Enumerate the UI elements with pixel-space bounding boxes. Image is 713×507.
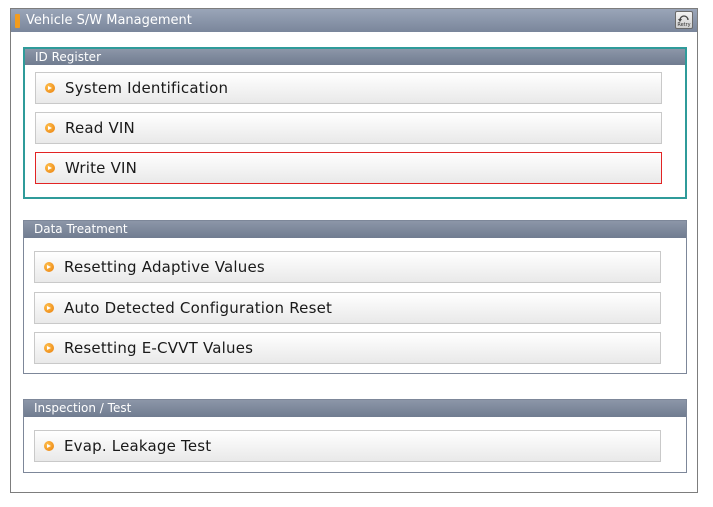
title-bar: Vehicle S/W Management Retry (11, 9, 697, 32)
button-label: Resetting Adaptive Values (64, 258, 265, 276)
resetting-e-cvvt-values-button[interactable]: Resetting E-CVVT Values (34, 332, 661, 364)
window-title: Vehicle S/W Management (26, 13, 192, 28)
resetting-adaptive-values-button[interactable]: Resetting Adaptive Values (34, 251, 661, 283)
button-label: Resetting E-CVVT Values (64, 339, 254, 357)
retry-icon (678, 14, 689, 22)
button-label: Write VIN (65, 159, 138, 177)
orange-arrow-bullet-icon (45, 163, 55, 173)
group-header-data-treatment: Data Treatment (24, 221, 686, 238)
auto-detected-configuration-reset-button[interactable]: Auto Detected Configuration Reset (34, 292, 661, 324)
system-identification-button[interactable]: System Identification (35, 72, 662, 104)
group-header-inspection-test: Inspection / Test (24, 400, 686, 417)
orange-arrow-bullet-icon (45, 83, 55, 93)
read-vin-button[interactable]: Read VIN (35, 112, 662, 144)
group-id-register: ID Register System Identification Read V… (23, 47, 687, 199)
orange-arrow-bullet-icon (44, 343, 54, 353)
orange-arrow-bullet-icon (44, 262, 54, 272)
button-label: Auto Detected Configuration Reset (64, 299, 333, 317)
retry-label: Retry (677, 21, 691, 28)
button-label: System Identification (65, 79, 229, 97)
write-vin-button[interactable]: Write VIN (35, 152, 662, 184)
orange-arrow-bullet-icon (44, 441, 54, 451)
group-data-treatment: Data Treatment Resetting Adaptive Values… (23, 220, 687, 374)
title-marker-icon (15, 13, 20, 28)
group-header-id-register: ID Register (25, 49, 685, 65)
retry-button[interactable]: Retry (675, 11, 693, 29)
button-label: Read VIN (65, 119, 135, 137)
evap-leakage-test-button[interactable]: Evap. Leakage Test (34, 430, 661, 462)
orange-arrow-bullet-icon (45, 123, 55, 133)
orange-arrow-bullet-icon (44, 303, 54, 313)
button-label: Evap. Leakage Test (64, 437, 212, 455)
group-inspection-test: Inspection / Test Evap. Leakage Test (23, 399, 687, 473)
